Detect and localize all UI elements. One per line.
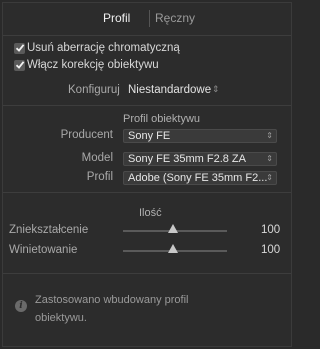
lens-profile-title: Profil obiektywu: [123, 113, 201, 125]
checkmark-icon: [15, 44, 25, 52]
remove-ca-label: Usuń aberrację chromatyczną: [27, 42, 180, 54]
amount-title: Ilość: [139, 207, 162, 219]
divider: [3, 273, 291, 274]
make-select[interactable]: Sony FE ⇕: [123, 129, 277, 143]
tab-separator: [149, 10, 150, 27]
divider: [3, 105, 291, 106]
info-message: Zastosowano wbudowany profil obiektywu.: [35, 294, 189, 324]
tab-bar: Profil Ręczny: [3, 10, 291, 29]
profile-label: Profil: [86, 171, 113, 183]
tab-profil[interactable]: Profil: [103, 11, 130, 25]
updown-arrow-icon[interactable]: ⇕: [212, 84, 220, 95]
select-arrows-icon: ⇕: [266, 131, 273, 140]
make-value: Sony FE: [128, 130, 171, 142]
model-label: Model: [81, 152, 113, 164]
divider: [3, 192, 291, 193]
make-label: Producent: [60, 129, 113, 141]
distortion-label: Zniekształcenie: [9, 224, 89, 236]
vignetting-label: Winietowanie: [9, 244, 78, 256]
profile-value: Adobe (Sony FE 35mm F2...: [128, 172, 268, 184]
vignetting-slider-thumb[interactable]: [168, 244, 178, 253]
remove-ca-checkbox[interactable]: [14, 43, 25, 54]
checkmark-icon: [15, 61, 25, 69]
divider: [3, 35, 291, 36]
select-arrows-icon: ⇕: [266, 173, 273, 182]
model-value: Sony FE 35mm F2.8 ZA: [128, 153, 246, 165]
select-arrows-icon: ⇕: [266, 154, 273, 163]
enable-profile-checkbox[interactable]: [14, 60, 25, 71]
tab-reczny[interactable]: Ręczny: [155, 11, 195, 25]
distortion-value[interactable]: 100: [261, 224, 280, 236]
distortion-slider-thumb[interactable]: [168, 224, 178, 233]
vignetting-value[interactable]: 100: [261, 244, 280, 256]
profile-select[interactable]: Adobe (Sony FE 35mm F2... ⇕: [123, 171, 277, 185]
model-select[interactable]: Sony FE 35mm F2.8 ZA ⇕: [123, 152, 277, 166]
info-icon: i: [15, 300, 27, 312]
setup-dropdown[interactable]: Niestandardowe: [128, 84, 211, 96]
enable-profile-label: Włącz korekcję obiektywu: [27, 59, 159, 71]
setup-label: Konfiguruj: [68, 84, 120, 96]
lens-corrections-panel: Profil Ręczny Usuń aberrację chromatyczn…: [2, 2, 292, 347]
